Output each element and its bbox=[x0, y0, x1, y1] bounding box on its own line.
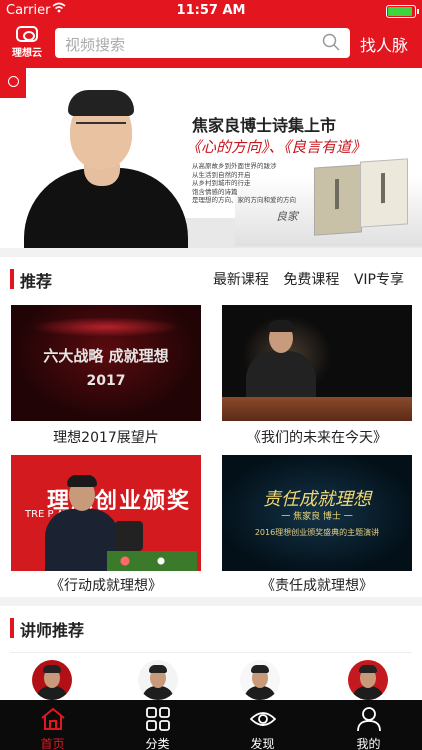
bottom-tab-bar: 首页 分类 发现 我的 bbox=[0, 700, 422, 750]
video-caption[interactable]: 理想2017展望片 bbox=[11, 427, 201, 447]
video-caption[interactable]: 《责任成就理想》 bbox=[222, 575, 412, 595]
status-bar: Carrier 11:57 AM bbox=[0, 0, 422, 22]
search-placeholder: 视频搜索 bbox=[65, 36, 126, 54]
tab-label: 首页 bbox=[40, 737, 65, 750]
tab-vip[interactable]: VIP专享 bbox=[354, 272, 404, 288]
video-caption[interactable]: 《我们的未来在今天》 bbox=[222, 427, 412, 447]
video-thumbnail[interactable]: 责任成就理想 一 焦家良 博士 一 2016理想创业颁奖盛典的主题演讲 bbox=[222, 455, 412, 571]
promo-banner[interactable]: 焦家良博士诗集上市 《心的方向》、《良言有道》 从高原故乡到外面世界的跋涉 从生… bbox=[0, 68, 422, 248]
banner-description: 从高原故乡到外面世界的跋涉 从生活到自然的开启 从乡村到城市的行走 饱含情感的诗… bbox=[192, 162, 296, 204]
lecturer-avatar[interactable] bbox=[240, 660, 280, 700]
tab-category[interactable]: 分类 bbox=[105, 700, 210, 750]
lecturers-header: 讲师推荐 bbox=[0, 606, 422, 650]
section-accent-bar bbox=[10, 269, 14, 289]
book-cover bbox=[360, 158, 408, 228]
section-title: 讲师推荐 bbox=[20, 621, 85, 640]
app-logo[interactable]: 理想云 bbox=[8, 26, 46, 60]
video-caption[interactable]: 《行动成就理想》 bbox=[11, 575, 201, 595]
recommend-header: 推荐 最新课程 免费课程 VIP专享 bbox=[0, 257, 422, 301]
book-cover bbox=[314, 164, 362, 236]
home-icon bbox=[41, 707, 65, 730]
tab-label: 分类 bbox=[145, 737, 170, 750]
logo-icon bbox=[16, 26, 38, 42]
divider bbox=[10, 652, 412, 653]
recommend-section: 推荐 最新课程 免费课程 VIP专享 六大战略 成就理想 2017 理想2017… bbox=[0, 257, 422, 597]
section-accent-bar bbox=[10, 618, 14, 638]
eye-icon bbox=[250, 712, 276, 726]
user-icon bbox=[357, 707, 381, 732]
signature: 良家 bbox=[276, 210, 298, 223]
lecturer-avatar[interactable] bbox=[348, 660, 388, 700]
tab-home[interactable]: 首页 bbox=[0, 700, 105, 750]
recommend-tabs: 最新课程 免费课程 VIP专享 bbox=[203, 269, 404, 289]
tab-mine[interactable]: 我的 bbox=[316, 700, 421, 750]
logo-text: 理想云 bbox=[12, 48, 42, 59]
banner-subtitle: 《心的方向》、《良言有道》 bbox=[186, 138, 367, 156]
grid-icon bbox=[146, 707, 170, 731]
tab-discover[interactable]: 发现 bbox=[210, 700, 315, 750]
video-thumbnail[interactable]: 理想创业颁奖 TRE P AWARD bbox=[11, 455, 201, 571]
search-icon[interactable] bbox=[322, 33, 340, 51]
video-thumbnail[interactable]: 六大战略 成就理想 2017 bbox=[11, 305, 201, 421]
tab-latest-courses[interactable]: 最新课程 bbox=[213, 272, 269, 288]
app-screen: Carrier 11:57 AM 理想云 视频搜索 找人脉 焦家良博士诗集上市 … bbox=[0, 0, 422, 750]
lecturer-avatar[interactable] bbox=[138, 660, 178, 700]
video-thumbnail[interactable] bbox=[222, 305, 412, 421]
tab-label: 我的 bbox=[356, 737, 381, 750]
author-photo bbox=[22, 68, 190, 248]
lecturer-avatar[interactable] bbox=[32, 660, 72, 700]
tab-free-courses[interactable]: 免费课程 bbox=[283, 272, 339, 288]
find-contacts-button[interactable]: 找人脉 bbox=[360, 32, 408, 56]
clock: 11:57 AM bbox=[176, 3, 246, 18]
tab-label: 发现 bbox=[250, 737, 275, 750]
banner-title: 焦家良博士诗集上市 bbox=[192, 116, 337, 135]
search-input[interactable]: 视频搜索 bbox=[55, 28, 350, 58]
header: Carrier 11:57 AM 理想云 视频搜索 找人脉 bbox=[0, 0, 422, 68]
section-title: 推荐 bbox=[20, 272, 53, 291]
battery-icon bbox=[386, 5, 419, 18]
